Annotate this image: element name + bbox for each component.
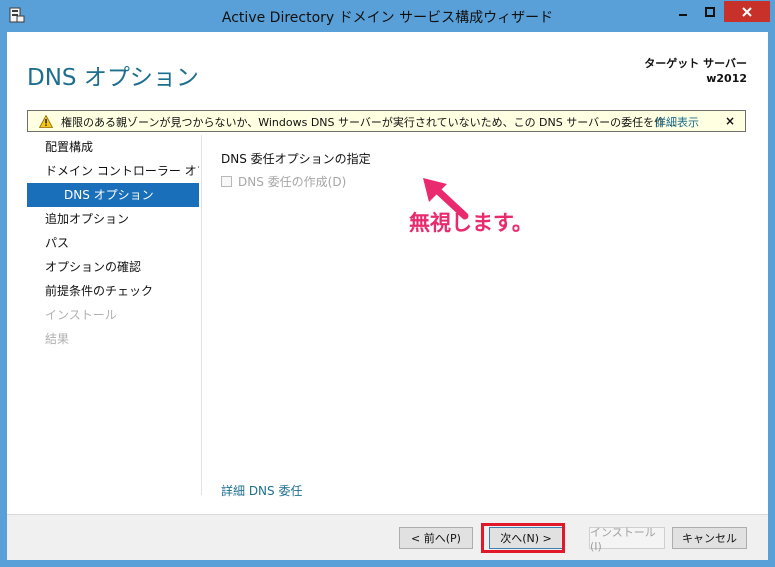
- install-button: インストール(I): [589, 526, 665, 553]
- button-bar: < 前へ(P) 次へ(N) > インストール(I) キャンセル: [7, 514, 768, 560]
- close-button[interactable]: [724, 1, 770, 22]
- wizard-navigation: 配置構成 ドメイン コントローラー オプ… DNS オプション 追加オプション …: [27, 135, 199, 351]
- next-button[interactable]: 次へ(N) >: [489, 527, 563, 549]
- wizard-window: Active Directory ドメイン サービス構成ウィザード DNS オプ…: [0, 0, 775, 567]
- section-title: DNS 委任オプションの指定: [221, 152, 371, 166]
- window-title: Active Directory ドメイン サービス構成ウィザード: [221, 10, 554, 26]
- cancel-button[interactable]: キャンセル: [672, 527, 747, 549]
- nav-item-dns-options[interactable]: DNS オプション: [27, 183, 199, 207]
- create-dns-delegation-label: DNS 委任の作成(D): [238, 174, 347, 189]
- create-dns-delegation-checkbox: [221, 175, 232, 187]
- show-details-link[interactable]: 詳細表示: [655, 114, 699, 130]
- nav-item-paths[interactable]: パス: [27, 231, 199, 255]
- nav-item-review-options[interactable]: オプションの確認: [27, 255, 199, 279]
- warning-bar: 権限のある親ゾーンが見つからないか、Windows DNS サーバーが実行されて…: [27, 110, 746, 132]
- target-server-label: ターゲット サーバー: [644, 57, 747, 70]
- nav-item-domain-controller-options[interactable]: ドメイン コントローラー オプ…: [27, 159, 199, 183]
- nav-item-prerequisites-check[interactable]: 前提条件のチェック: [27, 279, 199, 303]
- nav-divider: [201, 135, 202, 495]
- warning-message: 権限のある親ゾーンが見つからないか、Windows DNS サーバーが実行されて…: [61, 116, 677, 129]
- close-icon: [742, 6, 752, 17]
- create-dns-delegation-option: DNS 委任の作成(D): [221, 173, 346, 189]
- nav-item-installation: インストール: [45, 308, 117, 322]
- annotation-callout: 無視します。: [409, 211, 533, 235]
- nav-item-deployment-configuration[interactable]: 配置構成: [27, 135, 199, 159]
- wizard-body: DNS オプション ターゲット サーバー w2012 権限のある親ゾーンが見つか…: [7, 32, 768, 560]
- maximize-button[interactable]: [697, 1, 723, 22]
- target-server-name: w2012: [706, 72, 747, 85]
- maximize-icon: [705, 6, 715, 17]
- more-dns-delegation-link[interactable]: 詳細 DNS 委任: [221, 482, 302, 499]
- page-title: DNS オプション: [27, 65, 199, 91]
- title-bar[interactable]: Active Directory ドメイン サービス構成ウィザード: [0, 0, 775, 32]
- minimize-button[interactable]: [670, 1, 696, 22]
- previous-button[interactable]: < 前へ(P): [399, 527, 473, 549]
- nav-item-results: 結果: [45, 332, 70, 346]
- nav-item-additional-options[interactable]: 追加オプション: [27, 207, 199, 231]
- minimize-icon: [679, 13, 687, 16]
- dismiss-warning-button[interactable]: ×: [725, 114, 735, 128]
- warning-icon: [39, 115, 53, 128]
